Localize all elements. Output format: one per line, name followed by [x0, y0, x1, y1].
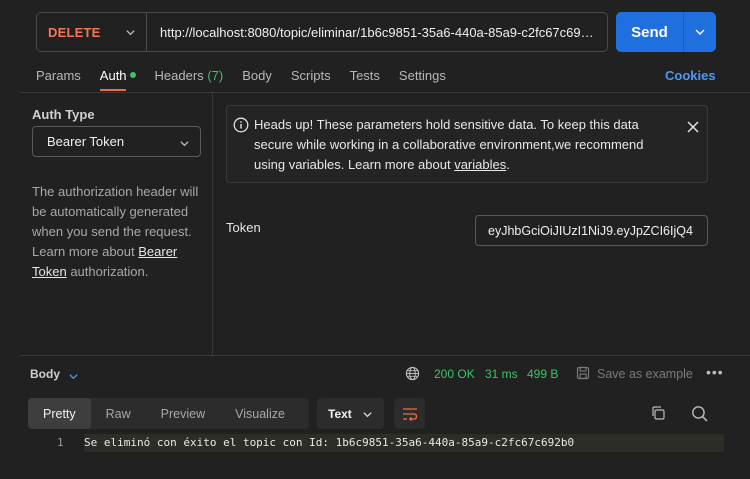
tab-params[interactable]: Params [36, 68, 81, 87]
send-button-group: Send [616, 12, 716, 52]
close-icon[interactable] [686, 120, 700, 137]
notice-suffix: . [506, 157, 510, 172]
chevron-down-icon [179, 137, 190, 152]
auth-type-title: Auth Type [32, 107, 95, 122]
chevron-down-icon [695, 29, 705, 35]
request-bar: DELETE http://localhost:8080/topic/elimi… [36, 12, 608, 52]
send-options-button[interactable] [684, 12, 716, 52]
sensitive-data-notice: Heads up! These parameters hold sensitiv… [226, 105, 708, 183]
url-input[interactable]: http://localhost:8080/topic/eliminar/1b6… [147, 25, 607, 40]
copy-icon[interactable] [650, 405, 666, 424]
notice-body: Heads up! These parameters hold sensitiv… [254, 117, 644, 172]
auth-type-select[interactable]: Bearer Token [32, 126, 201, 157]
response-size[interactable]: 499 B [527, 367, 558, 381]
response-body-label[interactable]: Body [30, 367, 60, 381]
chevron-down-icon [125, 26, 136, 41]
chevron-down-icon [362, 409, 373, 423]
response-view-tabs: Pretty Raw Preview Visualize [28, 398, 309, 429]
tab-headers-label: Headers [154, 67, 204, 83]
token-label: Token [226, 220, 261, 235]
send-button[interactable]: Send [616, 24, 683, 41]
token-value: eyJhbGciOiJIUzI1NiJ9.eyJpZCI6IjQ4 [488, 223, 693, 238]
globe-icon[interactable] [405, 366, 420, 384]
info-icon [233, 117, 249, 136]
tab-headers-count: (7) [207, 67, 224, 83]
status-code[interactable]: 200 OK [434, 367, 475, 381]
tab-scripts[interactable]: Scripts [291, 68, 331, 87]
auth-type-panel: Auth Type Bearer Token The authorization… [20, 93, 213, 355]
format-value: Text [328, 406, 352, 421]
wrap-lines-icon [402, 407, 417, 421]
token-input[interactable]: eyJhbGciOiJIUzI1NiJ9.eyJpZCI6IjQ4 [475, 215, 708, 246]
wrap-lines-button[interactable] [394, 398, 425, 429]
chevron-down-icon[interactable] [68, 370, 79, 385]
tab-auth[interactable]: Auth [99, 67, 136, 91]
notice-text: Heads up! These parameters hold sensitiv… [254, 115, 674, 175]
more-options-icon[interactable]: ••• [706, 364, 724, 380]
view-tab-pretty[interactable]: Pretty [28, 398, 91, 429]
request-tabs: Params Auth Headers (7) Body Scripts Tes… [36, 66, 465, 91]
response-time[interactable]: 31 ms [485, 367, 518, 381]
response-body-content[interactable]: Se eliminó con éxito el topic con Id: 1b… [84, 436, 574, 449]
format-select[interactable]: Text [317, 398, 384, 429]
tab-body[interactable]: Body [242, 68, 272, 87]
save-as-example-button[interactable]: Save as example [597, 367, 693, 381]
tab-settings[interactable]: Settings [399, 68, 446, 87]
tab-headers[interactable]: Headers (7) [155, 68, 224, 87]
view-tab-raw[interactable]: Raw [91, 398, 146, 429]
tab-tests[interactable]: Tests [350, 68, 380, 87]
search-icon[interactable] [691, 405, 708, 425]
active-indicator-dot [129, 71, 136, 78]
view-tab-preview[interactable]: Preview [146, 398, 220, 429]
line-number: 1 [57, 436, 64, 449]
auth-type-value: Bearer Token [47, 134, 125, 149]
cookies-link[interactable]: Cookies [665, 68, 716, 83]
method-label: DELETE [48, 24, 101, 40]
auth-description-suffix: authorization. [66, 264, 149, 279]
save-icon [576, 366, 590, 383]
tab-auth-label: Auth [99, 67, 127, 83]
variables-link[interactable]: variables [454, 157, 506, 172]
method-select[interactable]: DELETE [37, 13, 147, 51]
response-divider [20, 355, 750, 356]
view-tab-visualize[interactable]: Visualize [220, 398, 300, 429]
auth-description: The authorization header will be automat… [32, 182, 207, 282]
